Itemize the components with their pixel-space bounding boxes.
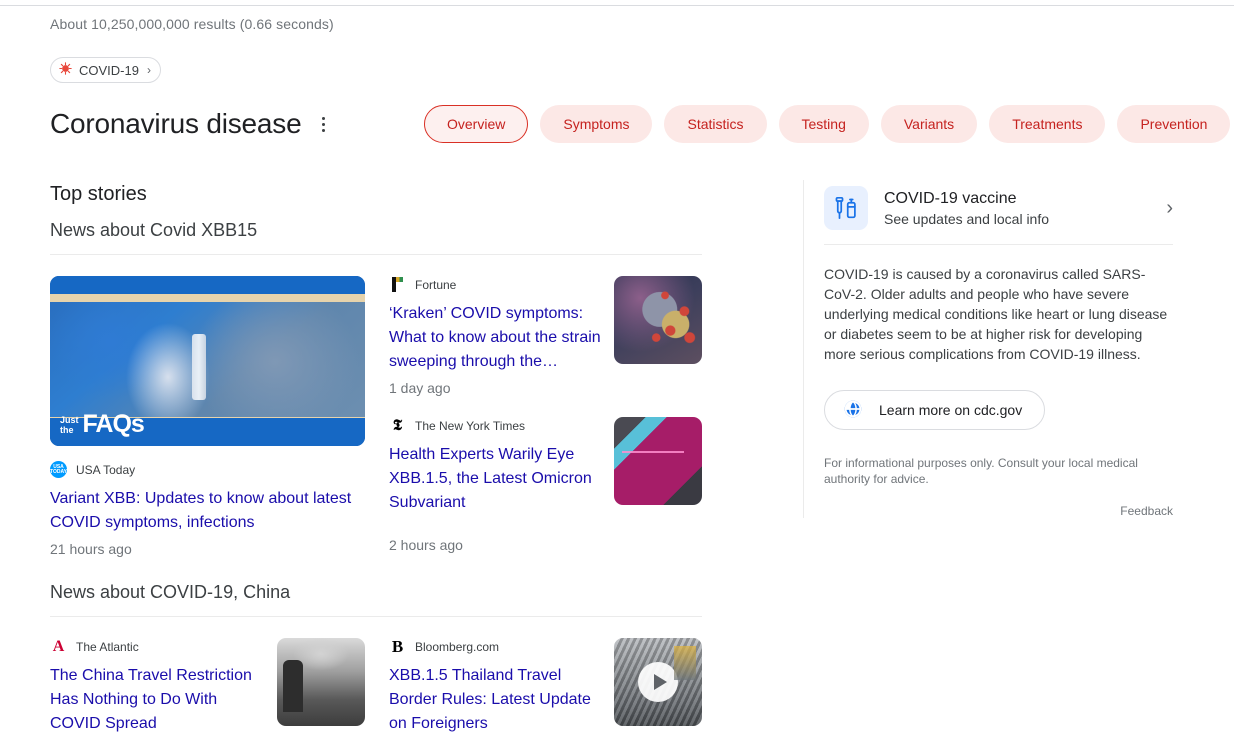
story-card-nyt[interactable]: 𝕿 The New York Times Health Experts Wari… xyxy=(389,396,702,553)
story-card-atlantic[interactable]: A The Atlantic The China Travel Restrict… xyxy=(50,617,365,742)
usa-today-logo: USA TODAY xyxy=(50,461,67,478)
nyt-logo: 𝕿 xyxy=(392,417,403,434)
story-publisher: B Bloomberg.com xyxy=(389,636,602,656)
hero-story-card[interactable]: Just the FAQs USA TODAY USA Today Variant… xyxy=(50,255,365,557)
story-thumbnail xyxy=(614,276,702,364)
atlantic-logo: A xyxy=(52,637,65,655)
globe-icon xyxy=(843,399,863,422)
hero-story-time: 21 hours ago xyxy=(50,541,132,557)
covid-19-chip[interactable]: COVID-19 › xyxy=(50,57,161,83)
overlay-just: Just xyxy=(60,414,79,425)
news-group-2: A The Atlantic The China Travel Restrict… xyxy=(50,617,702,742)
tab-symptoms[interactable]: Symptoms xyxy=(540,105,653,143)
section-title: Top stories xyxy=(50,183,147,205)
news-group-1-title: News about Covid XBB15 xyxy=(50,220,258,240)
header-divider xyxy=(0,5,1234,6)
chevron-right-icon: › xyxy=(1166,196,1173,219)
play-video-icon[interactable] xyxy=(638,662,678,702)
story-time: 2 hours ago xyxy=(389,537,463,553)
vaccine-title: COVID-19 vaccine xyxy=(884,189,1017,207)
story-thumbnail xyxy=(614,638,702,726)
feedback-link[interactable]: Feedback xyxy=(824,504,1173,518)
just-the-faqs-overlay: Just the FAQs xyxy=(60,410,145,438)
hero-publisher: USA TODAY USA Today xyxy=(50,461,365,478)
news-group-1: Just the FAQs USA TODAY USA Today Variant… xyxy=(50,255,702,557)
tab-prevention[interactable]: Prevention xyxy=(1117,105,1231,143)
page-title: Coronavirus disease xyxy=(50,108,302,139)
info-panel: COVID-19 vaccine See updates and local i… xyxy=(803,180,1173,518)
news-column: Fortune ‘Kraken’ COVID symptoms: What to… xyxy=(389,255,702,557)
story-publisher: A The Atlantic xyxy=(50,638,265,655)
panel-disclaimer: For informational purposes only. Consult… xyxy=(824,456,1138,486)
story-thumbnail xyxy=(614,417,702,505)
results-count: About 10,250,000,000 results (0.66 secon… xyxy=(50,16,334,32)
tab-testing[interactable]: Testing xyxy=(778,105,869,143)
fortune-logo xyxy=(389,276,406,293)
tab-treatments[interactable]: Treatments xyxy=(989,105,1106,143)
learn-more-cdc-button[interactable]: Learn more on cdc.gov xyxy=(824,390,1046,430)
overlay-the: the xyxy=(60,424,74,435)
covid-19-chip-label: COVID-19 xyxy=(79,62,139,78)
story-publisher-name: The Atlantic xyxy=(76,639,139,654)
learn-more-cdc-label: Learn more on cdc.gov xyxy=(879,402,1023,418)
story-thumbnail xyxy=(277,638,365,726)
story-publisher-name: The New York Times xyxy=(415,418,526,433)
story-publisher-name: Bloomberg.com xyxy=(415,639,500,654)
hero-story-image: Just the FAQs xyxy=(50,276,365,446)
tab-variants[interactable]: Variants xyxy=(880,105,978,143)
overlay-faqs: FAQs xyxy=(82,410,145,438)
vaccine-subtitle: See updates and local info xyxy=(884,210,1050,227)
hero-story-title[interactable]: Variant XBB: Updates to know about lates… xyxy=(50,487,365,535)
story-title[interactable]: Health Experts Warily Eye XBB.1.5, the L… xyxy=(389,443,602,515)
story-title[interactable]: The China Travel Restriction Has Nothing… xyxy=(50,664,265,736)
virus-icon xyxy=(59,62,72,78)
news-group-2-title: News about COVID-19, China xyxy=(50,582,291,602)
story-card-bloomberg[interactable]: B Bloomberg.com XBB.1.5 Thailand Travel … xyxy=(389,617,702,742)
story-card-fortune[interactable]: Fortune ‘Kraken’ COVID symptoms: What to… xyxy=(389,255,702,396)
search-results-page: About 10,250,000,000 results (0.66 secon… xyxy=(0,0,1234,742)
story-publisher: Fortune xyxy=(389,276,602,293)
topic-tabs: Overview Symptoms Statistics Testing Var… xyxy=(424,105,1231,143)
story-title[interactable]: XBB.1.5 Thailand Travel Border Rules: La… xyxy=(389,664,602,736)
tab-overview[interactable]: Overview xyxy=(424,105,529,143)
bloomberg-logo: B xyxy=(391,636,404,656)
more-options-icon[interactable] xyxy=(316,114,330,134)
story-title[interactable]: ‘Kraken’ COVID symptoms: What to know ab… xyxy=(389,302,602,374)
story-publisher: 𝕿 The New York Times xyxy=(389,417,602,434)
story-publisher-name: Fortune xyxy=(415,277,457,292)
disease-description: COVID-19 is caused by a coronavirus call… xyxy=(824,266,1168,362)
chevron-right-icon: › xyxy=(146,63,151,77)
vaccine-syringe-icon xyxy=(824,186,868,230)
vaccine-link-row[interactable]: COVID-19 vaccine See updates and local i… xyxy=(824,180,1173,244)
story-time: 1 day ago xyxy=(389,380,451,396)
tab-statistics[interactable]: Statistics xyxy=(664,105,767,143)
top-stories-section: Top stories News about Covid XBB15 Just … xyxy=(50,183,702,742)
hero-publisher-name: USA Today xyxy=(76,462,136,477)
